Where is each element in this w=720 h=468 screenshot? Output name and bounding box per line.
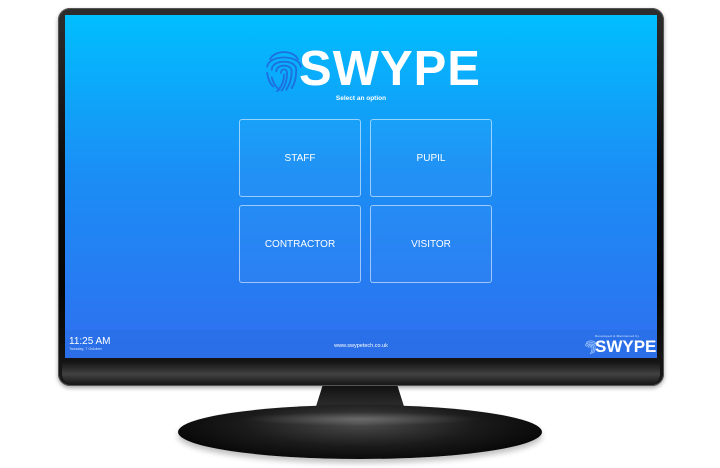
monitor-base-reflection — [240, 412, 480, 426]
pupil-option-button[interactable]: PUPIL — [370, 119, 492, 197]
brand-wordmark: SWYPE — [595, 337, 657, 356]
staff-option-button[interactable]: STAFF — [239, 119, 361, 197]
footer-bar: 11:25 AM Tuesday, 7 October www.swypetec… — [65, 330, 657, 358]
monitor-bezel-reflection — [62, 362, 660, 384]
logo-wordmark: SWYPE — [299, 41, 481, 96]
visitor-option-button[interactable]: VISITOR — [370, 205, 492, 283]
brand-badge: Developed & Maintained by SWYPE — [583, 332, 657, 356]
option-label: PUPIL — [416, 152, 446, 164]
app-logo: SWYPE — [261, 36, 481, 102]
kiosk-screen: SWYPE Select an option STAFF PUPIL CONTR… — [65, 15, 657, 358]
option-label: VISITOR — [411, 238, 451, 250]
option-label: CONTRACTOR — [264, 238, 336, 250]
page-subtitle: Select an option — [335, 95, 387, 102]
website-link[interactable]: www.swypetech.co.uk — [65, 343, 657, 349]
contractor-option-button[interactable]: CONTRACTOR — [239, 205, 361, 283]
option-label: STAFF — [284, 152, 316, 164]
